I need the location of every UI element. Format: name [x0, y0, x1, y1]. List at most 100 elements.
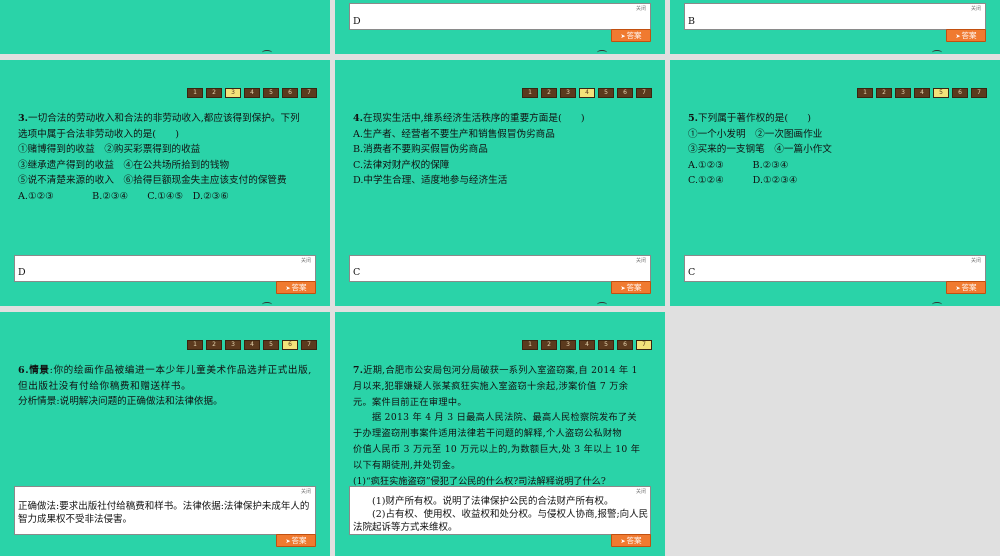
answer-line: (1)财产所有权。说明了法律保护公民的合法财产所有权。 — [353, 496, 614, 507]
slide-question-6: 1234567 6.情景:你的绘画作品被编进一本少年儿童美术作品选并正式出版, … — [0, 312, 330, 556]
page-nav-button-5[interactable]: 5 — [933, 88, 949, 98]
page-nav-button-5[interactable]: 5 — [598, 340, 614, 350]
answer-button[interactable]: ➤答案 — [946, 29, 986, 42]
page-nav-button-3[interactable]: 3 — [225, 88, 241, 98]
question-text: 5.下列属于著作权的是( ) ①一个小发明 ②一次图画作业 ③买来的一支钢笔 ④… — [688, 113, 832, 186]
page-nav-button-4[interactable]: 4 — [579, 88, 595, 98]
options-line: C.①②④ D.①②③④ — [688, 175, 798, 186]
question-line: 元。案件目前正在审理中。 — [353, 396, 467, 408]
close-button[interactable]: 关闭 — [636, 257, 646, 264]
question-line: 以下有期徒刑,并处罚金。 — [353, 459, 461, 471]
slide-3-partial: 关闭 B ➤答案 — [670, 0, 1000, 54]
question-text: 6.情景:你的绘画作品被编进一本少年儿童美术作品选并正式出版, 但出版社没有付给… — [18, 365, 312, 407]
answer-text: C — [688, 267, 696, 278]
answer-text: C — [353, 267, 361, 278]
page-nav-button-1[interactable]: 1 — [857, 88, 873, 98]
close-button[interactable]: 关闭 — [971, 5, 981, 12]
page-nav-button-6[interactable]: 6 — [617, 340, 633, 350]
answer-box: 关闭 正确做法:要求出版社付给稿费和样书。法律依据:法律保护未成年人的 智力成果… — [14, 486, 316, 535]
question-line: ③继承遗产得到的收益 ④在公共场所拾到的钱物 — [18, 159, 230, 171]
answer-box: 关闭 D — [349, 3, 651, 30]
page-nav-button-3[interactable]: 3 — [560, 340, 576, 350]
page-nav-button-5[interactable]: 5 — [263, 88, 279, 98]
close-button[interactable]: 关闭 — [971, 257, 981, 264]
slide-notch — [597, 302, 607, 306]
page-nav-button-7[interactable]: 7 — [301, 340, 317, 350]
page-nav-button-4[interactable]: 4 — [244, 340, 260, 350]
question-line: 一切合法的劳动收入和合法的非劳动收入,都应该得到保护。下列 — [28, 113, 300, 124]
page-nav-button-6[interactable]: 6 — [282, 340, 298, 350]
question-line: 选项中属于合法非劳动收入的是( ) — [18, 128, 179, 140]
slide-question-7: 1234567 7.近期,合肥市公安局包河分局破获一系列入室盗窃案,自 2014… — [335, 312, 665, 556]
slide-notch — [262, 50, 272, 54]
page-nav-button-2[interactable]: 2 — [206, 340, 222, 350]
question-text: 4.在现实生活中,维系经济生活秩序的重要方面是( ) A.生产者、经营者不要生产… — [353, 113, 585, 186]
answer-box: 关闭 C — [349, 255, 651, 282]
answer-line: 法院起诉等方式来维权。 — [353, 522, 458, 533]
question-line: ①赌博得到的收益 ②购买彩票得到的收益 — [18, 144, 201, 155]
close-button[interactable]: 关闭 — [301, 488, 311, 495]
page-nav-button-6[interactable]: 6 — [952, 88, 968, 98]
page-nav-button-7[interactable]: 7 — [636, 340, 652, 350]
page-nav-button-3[interactable]: 3 — [225, 340, 241, 350]
arrow-icon: ➤ — [955, 285, 961, 292]
page-nav-button-2[interactable]: 2 — [206, 88, 222, 98]
answer-box: 关闭 (1)财产所有权。说明了法律保护公民的合法财产所有权。 (2)占有权、使用… — [349, 486, 651, 535]
page-nav-button-1[interactable]: 1 — [522, 88, 538, 98]
close-button[interactable]: 关闭 — [636, 488, 646, 495]
page-nav-button-2[interactable]: 2 — [876, 88, 892, 98]
answer-text: B — [688, 16, 695, 27]
option-c: C.法律对财产权的保障 — [353, 159, 450, 171]
arrow-icon: ➤ — [620, 285, 626, 292]
answer-button[interactable]: ➤答案 — [611, 281, 651, 294]
answer-button[interactable]: ➤答案 — [611, 534, 651, 547]
option-b: B.消费者不要购买假冒伪劣商品 — [353, 144, 488, 155]
slide-question-4: 1234567 4.在现实生活中,维系经济生活秩序的重要方面是( ) A.生产者… — [335, 60, 665, 306]
slide-notch — [597, 50, 607, 54]
answer-line: (2)占有权、使用权、收益权和处分权。与侵权人协商,报警;向人民 — [353, 509, 649, 520]
close-button[interactable]: 关闭 — [636, 5, 646, 12]
option-a: A.生产者、经营者不要生产和销售假冒伪劣商品 — [353, 128, 555, 140]
question-line: 但出版社没有付给你稿费和赠送样书。 — [18, 380, 192, 392]
answer-line: 正确做法:要求出版社付给稿费和样书。法律依据:法律保护未成年人的 — [18, 501, 310, 512]
answer-button[interactable]: ➤答案 — [611, 29, 651, 42]
page-nav-button-7[interactable]: 7 — [971, 88, 987, 98]
page-nav-button-7[interactable]: 7 — [301, 88, 317, 98]
answer-button[interactable]: ➤答案 — [946, 281, 986, 294]
answer-button[interactable]: ➤答案 — [276, 534, 316, 547]
page-nav-button-5[interactable]: 5 — [263, 340, 279, 350]
answer-button[interactable]: ➤答案 — [276, 281, 316, 294]
page-nav-button-1[interactable]: 1 — [187, 88, 203, 98]
arrow-icon: ➤ — [285, 538, 291, 545]
answer-line: 智力成果权不受非法侵害。 — [18, 514, 133, 525]
page-nav-button-4[interactable]: 4 — [579, 340, 595, 350]
page-nav-button-6[interactable]: 6 — [282, 88, 298, 98]
page-nav-button-7[interactable]: 7 — [636, 88, 652, 98]
sub-question: (1)“疯狂实施盗窃”侵犯了公民的什么权?司法解释说明了什么? — [353, 475, 606, 487]
options-line: A.①②③ B.②③④ C.①④⑤ D.②③⑥ — [18, 190, 229, 202]
page-nav-button-3[interactable]: 3 — [560, 88, 576, 98]
page-nav-button-2[interactable]: 2 — [541, 340, 557, 350]
page-nav-button-4[interactable]: 4 — [244, 88, 260, 98]
answer-box: 关闭 D — [14, 255, 316, 282]
question-line: 月以来,犯罪嫌疑人张某疯狂实施入室盗窃十余起,涉案价值 7 万余 — [353, 380, 629, 392]
page-nav-button-1[interactable]: 1 — [187, 340, 203, 350]
page-nav-button-5[interactable]: 5 — [598, 88, 614, 98]
question-line: :你的绘画作品被编进一本少年儿童美术作品选并正式出版, — [49, 365, 312, 376]
page-nav-button-6[interactable]: 6 — [617, 88, 633, 98]
arrow-icon: ➤ — [620, 33, 626, 40]
close-button[interactable]: 关闭 — [301, 257, 311, 264]
slide-notch — [932, 50, 942, 54]
page-nav-button-1[interactable]: 1 — [522, 340, 538, 350]
question-line: 价值人民币 3 万元至 10 万元以上的,为数额巨大,处 3 年以上 10 年 — [353, 443, 641, 455]
question-line: 下列属于著作权的是( ) — [698, 113, 812, 124]
page-nav-button-3[interactable]: 3 — [895, 88, 911, 98]
arrow-icon: ➤ — [620, 538, 626, 545]
arrow-icon: ➤ — [955, 33, 961, 40]
question-line: 近期,合肥市公安局包河分局破获一系列入室盗窃案,自 2014 年 1 — [363, 365, 638, 376]
page-nav-button-2[interactable]: 2 — [541, 88, 557, 98]
page-nav-button-4[interactable]: 4 — [914, 88, 930, 98]
slide-question-5: 1234567 5.下列属于著作权的是( ) ①一个小发明 ②一次图画作业 ③买… — [670, 60, 1000, 306]
arrow-icon: ➤ — [285, 285, 291, 292]
answer-text: D — [353, 16, 361, 27]
